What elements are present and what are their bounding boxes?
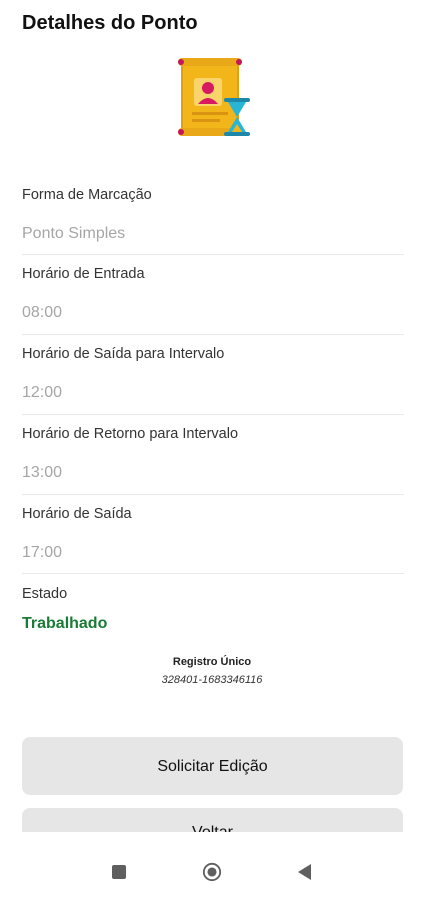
triangle-back-icon[interactable] — [295, 862, 315, 882]
field-forma-marcacao: Forma de Marcação Ponto Simples — [22, 186, 404, 255]
field-label: Horário de Saída — [22, 506, 132, 522]
field-horario-saida-intervalo: Horário de Saída para Intervalo 12:00 — [22, 345, 404, 415]
field-value: Ponto Simples — [22, 225, 126, 242]
square-icon[interactable] — [109, 862, 129, 882]
divider — [22, 334, 404, 335]
status-label: Estado — [22, 586, 68, 602]
system-nav-bar — [0, 832, 424, 900]
field-horario-retorno-intervalo: Horário de Retorno para Intervalo 13:00 — [22, 425, 404, 495]
page-title: Detalhes do Ponto — [22, 12, 198, 34]
field-value: 13:00 — [22, 464, 63, 481]
field-horario-entrada: Horário de Entrada 08:00 — [22, 265, 404, 335]
field-label: Forma de Marcação — [22, 187, 152, 203]
field-value: 17:00 — [22, 544, 63, 561]
registro-value: 328401-1683346116 — [161, 674, 263, 686]
timecard-hourglass-icon — [176, 56, 256, 140]
field-estado: Estado Trabalhado — [22, 585, 404, 633]
field-label: Horário de Retorno para Intervalo — [22, 426, 239, 442]
status-badge: Trabalhado — [22, 615, 108, 632]
request-edit-button[interactable]: Solicitar Edição — [22, 737, 403, 795]
circle-icon[interactable] — [202, 862, 222, 882]
divider — [22, 573, 404, 574]
divider — [22, 414, 404, 415]
field-label: Horário de Saída para Intervalo — [22, 346, 225, 362]
registro-unico: Registro Único 328401-1683346116 — [0, 656, 424, 686]
field-label: Horário de Entrada — [22, 266, 145, 282]
field-horario-saida: Horário de Saída 17:00 — [22, 505, 404, 574]
divider — [22, 254, 404, 255]
field-value: 12:00 — [22, 384, 63, 401]
back-button[interactable]: Voltar — [22, 808, 403, 832]
field-value: 08:00 — [22, 304, 63, 321]
divider — [22, 494, 404, 495]
registro-label: Registro Único — [172, 656, 252, 668]
